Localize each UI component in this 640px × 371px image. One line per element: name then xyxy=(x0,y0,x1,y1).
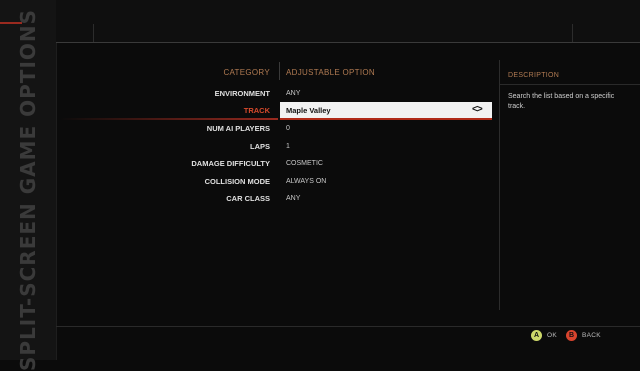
row-label-laps[interactable]: LAPS xyxy=(250,142,270,151)
row-label-num-ai-players[interactable]: NUM AI PLAYERS xyxy=(207,124,270,133)
row-value-environment: ANY xyxy=(286,90,301,97)
top-tick-left xyxy=(93,24,94,42)
bottom-divider xyxy=(56,326,640,327)
row-label-collision-mode[interactable]: COLLISION MODE xyxy=(205,177,270,186)
left-right-arrows-icon[interactable]: <> xyxy=(472,104,483,115)
screen-title: SPLIT-SCREEN GAME OPTIONS xyxy=(16,8,40,371)
row-label-damage-difficulty[interactable]: DAMAGE DIFFICULTY xyxy=(191,159,270,168)
back-button[interactable]: B BACK xyxy=(566,330,601,341)
top-tick-right xyxy=(572,24,573,42)
description-text: Search the list based on a specific trac… xyxy=(508,93,615,110)
description-header-rule xyxy=(500,84,640,85)
top-divider xyxy=(56,42,640,43)
option-header: ADJUSTABLE OPTION xyxy=(286,68,375,77)
side-strip: SPLIT-SCREEN GAME OPTIONS xyxy=(0,0,57,371)
b-button-icon: B xyxy=(566,330,577,341)
description-divider xyxy=(499,60,500,310)
row-value-damage-difficulty: COSMETIC xyxy=(286,160,323,167)
a-button-icon: A xyxy=(531,330,542,341)
row-label-track[interactable]: TRACK xyxy=(244,106,270,115)
description-header: DESCRIPTION xyxy=(508,72,560,79)
selected-row-underline xyxy=(60,118,278,120)
row-value-track: Maple Valley xyxy=(286,106,331,115)
ok-label: OK xyxy=(547,332,557,339)
row-label-car-class[interactable]: CAR CLASS xyxy=(226,194,270,203)
category-header: CATEGORY xyxy=(223,68,270,77)
ok-button[interactable]: A OK xyxy=(531,330,557,341)
row-value-car-class: ANY xyxy=(286,195,301,202)
row-label-environment[interactable]: ENVIRONMENT xyxy=(215,89,270,98)
header-divider xyxy=(279,62,280,80)
row-value-num-ai-players: 0 xyxy=(286,125,290,132)
row-value-collision-mode: ALWAYS ON xyxy=(286,178,327,185)
row-value-laps: 1 xyxy=(286,143,290,150)
back-label: BACK xyxy=(582,332,601,339)
top-band xyxy=(56,0,640,42)
